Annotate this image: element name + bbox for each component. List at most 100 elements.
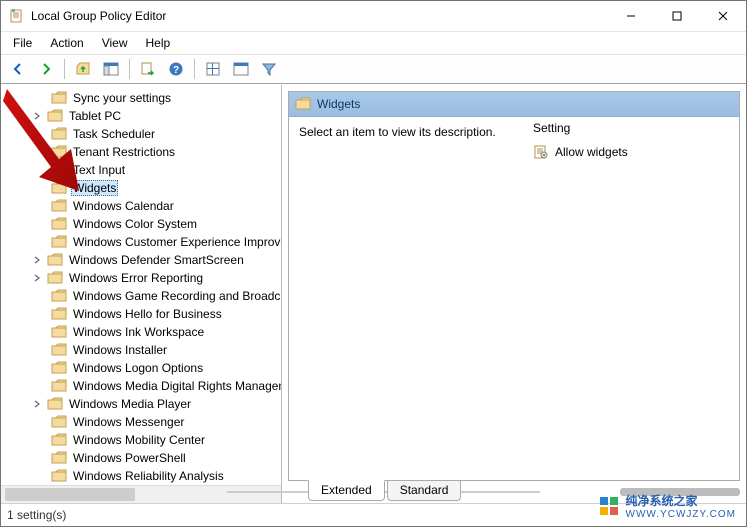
up-button[interactable] [70,56,96,82]
folder-icon [51,379,67,393]
tree-item-label: Windows Messenger [71,415,186,429]
tree-item[interactable]: Windows Customer Experience Improvement … [1,233,281,251]
tree-item-label: Windows Customer Experience Improvement … [71,235,281,249]
svg-text:?: ? [173,65,179,76]
tree-item[interactable]: Windows Hello for Business [1,305,281,323]
settings-column: Setting Allow widgets [527,117,739,480]
folder-icon [47,271,63,285]
folder-icon [51,343,67,357]
folder-icon [51,469,67,483]
tree-item[interactable]: Windows Error Reporting [1,269,281,287]
tab-extended[interactable]: Extended [308,480,385,501]
menu-action[interactable]: Action [42,34,91,52]
tree-item[interactable]: Task Scheduler [1,125,281,143]
tree-item-label: Widgets [71,180,118,196]
back-button[interactable] [5,56,31,82]
toolbar: ? [1,54,746,84]
chevron-right-icon[interactable] [31,272,43,284]
window-title: Local Group Policy Editor [31,9,608,23]
tree-item-label: Windows Game Recording and Broadcasting [71,289,281,303]
chevron-right-icon[interactable] [31,398,43,410]
tree-item[interactable]: Windows Calendar [1,197,281,215]
toolbar-separator [129,59,130,79]
folder-icon [295,97,311,111]
main-content: Sync your settings Tablet PC Task Schedule… [1,84,746,503]
setting-item[interactable]: Allow widgets [527,143,739,161]
chevron-right-icon[interactable] [31,254,43,266]
tree-item[interactable]: Tablet PC [1,107,281,125]
forward-button[interactable] [33,56,59,82]
folder-icon [51,181,67,195]
options-button[interactable] [200,56,226,82]
title-bar: Local Group Policy Editor [1,1,746,32]
tree-item-label: Windows Media Player [67,397,193,411]
folder-icon [51,235,67,249]
tree-item[interactable]: Windows Messenger [1,413,281,431]
tree-item[interactable]: Windows Mobility Center [1,431,281,449]
settings-header[interactable]: Setting [527,117,739,143]
close-button[interactable] [700,1,746,31]
tree-item[interactable]: Tenant Restrictions [1,143,281,161]
export-button[interactable] [135,56,161,82]
app-icon [9,8,25,24]
tree-item-label: Sync your settings [71,91,173,105]
folder-icon [51,361,67,375]
tree-item-label: Windows Defender SmartScreen [67,253,246,267]
tree-item-label: Windows Mobility Center [71,433,207,447]
folder-icon [51,451,67,465]
tree-item-label: Windows Color System [71,217,199,231]
show-hide-tree-button[interactable] [98,56,124,82]
tree-item[interactable]: Windows Ink Workspace [1,323,281,341]
tree-item[interactable]: Windows Game Recording and Broadcasting [1,287,281,305]
tree-item-label: Windows Error Reporting [67,271,205,285]
folder-icon [47,253,63,267]
setting-label: Allow widgets [555,145,628,159]
tree-item[interactable]: Windows Logon Options [1,359,281,377]
menu-file[interactable]: File [5,34,40,52]
detail-title: Widgets [317,97,360,111]
folder-icon [51,415,67,429]
folder-icon [51,127,67,141]
toolbar-separator [194,59,195,79]
policy-tree[interactable]: Sync your settings Tablet PC Task Schedule… [1,85,281,485]
minimize-button[interactable] [608,1,654,31]
policy-setting-icon [533,144,549,160]
menu-bar: File Action View Help [1,32,746,54]
folder-icon [51,433,67,447]
tree-item[interactable]: Text Input [1,161,281,179]
menu-view[interactable]: View [94,34,136,52]
toolbar-separator [64,59,65,79]
tree-pane: Sync your settings Tablet PC Task Schedule… [1,85,282,503]
detail-header: Widgets [289,92,739,117]
tree-item[interactable]: Windows Media Player [1,395,281,413]
watermark-sub: WWW.YCWJZY.COM [626,509,736,520]
detail-pane: Widgets Select an item to view its descr… [282,85,746,503]
options-button-2[interactable] [228,56,254,82]
tree-item[interactable]: Windows Color System [1,215,281,233]
tree-item[interactable]: Sync your settings [1,89,281,107]
folder-icon [51,91,67,105]
maximize-button[interactable] [654,1,700,31]
watermark-logo-icon [598,495,620,517]
tree-item-label: Text Input [71,163,127,177]
tree-item[interactable]: Windows Installer [1,341,281,359]
tree-item[interactable]: Windows PowerShell [1,449,281,467]
folder-icon [51,199,67,213]
tree-item-label: Task Scheduler [71,127,157,141]
help-button[interactable]: ? [163,56,189,82]
watermark-main: 纯净系统之家 [626,494,698,508]
folder-icon [47,397,63,411]
tree-item[interactable]: Windows Reliability Analysis [1,467,281,485]
menu-help[interactable]: Help [138,34,179,52]
folder-icon [51,325,67,339]
tree-item-label: Tenant Restrictions [71,145,177,159]
tree-item[interactable]: Widgets [1,179,281,197]
chevron-right-icon[interactable] [31,110,43,122]
folder-icon [51,217,67,231]
status-text: 1 setting(s) [7,508,66,522]
tab-standard[interactable]: Standard [387,480,462,501]
tree-item-label: Windows Reliability Analysis [71,469,226,483]
filter-button[interactable] [256,56,282,82]
tree-item[interactable]: Windows Defender SmartScreen [1,251,281,269]
tree-item[interactable]: Windows Media Digital Rights Management [1,377,281,395]
